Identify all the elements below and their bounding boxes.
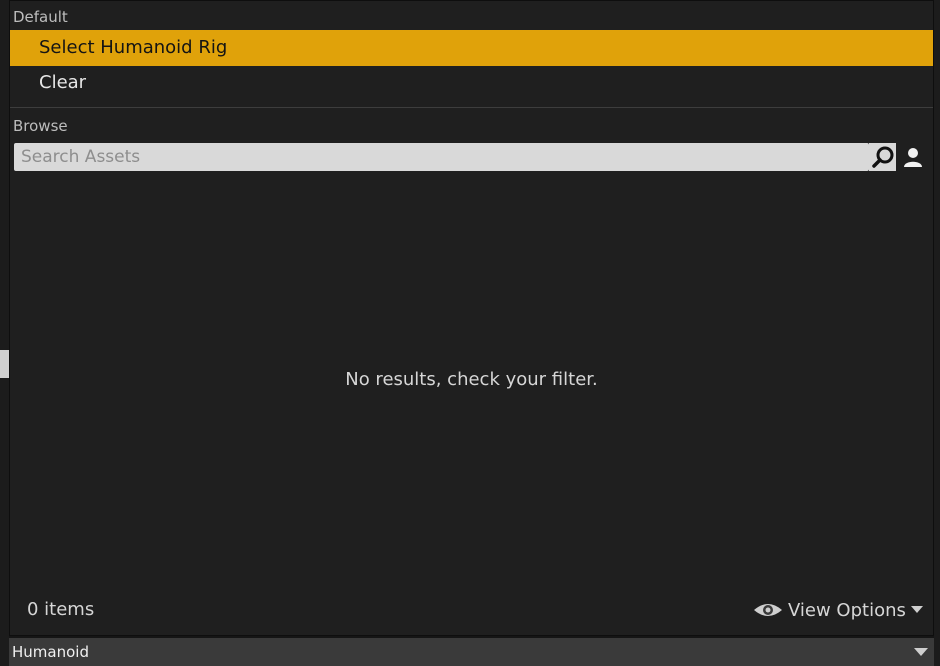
search-icon bbox=[871, 146, 893, 168]
background-editor-right bbox=[934, 0, 940, 666]
clear-item[interactable]: Clear bbox=[10, 65, 933, 101]
background-editor-field bbox=[0, 350, 9, 378]
section-divider bbox=[10, 107, 933, 108]
search-button[interactable] bbox=[869, 143, 896, 171]
view-options-button[interactable]: View Options bbox=[753, 597, 923, 623]
eye-icon bbox=[754, 604, 782, 616]
no-results-message: No results, check your filter. bbox=[345, 369, 598, 390]
browse-section-label: Browse bbox=[13, 117, 68, 135]
select-humanoid-rig-item[interactable]: Select Humanoid Rig bbox=[10, 30, 933, 66]
dropdown-arrow-icon bbox=[914, 648, 928, 656]
view-options-label: View Options bbox=[788, 599, 906, 621]
asset-picker-value: Humanoid bbox=[12, 643, 89, 661]
asset-picker-popup: Default Select Humanoid Rig Clear Browse… bbox=[9, 0, 934, 636]
user-icon bbox=[904, 148, 922, 167]
chevron-down-icon bbox=[910, 606, 923, 613]
search-input[interactable]: Search Assets bbox=[14, 143, 869, 171]
item-count: 0 items bbox=[27, 599, 95, 620]
default-section-label: Default bbox=[13, 8, 68, 26]
background-editor-left bbox=[0, 0, 9, 666]
asset-picker-combo[interactable]: Humanoid bbox=[9, 638, 934, 666]
user-filter-button[interactable] bbox=[899, 143, 927, 171]
